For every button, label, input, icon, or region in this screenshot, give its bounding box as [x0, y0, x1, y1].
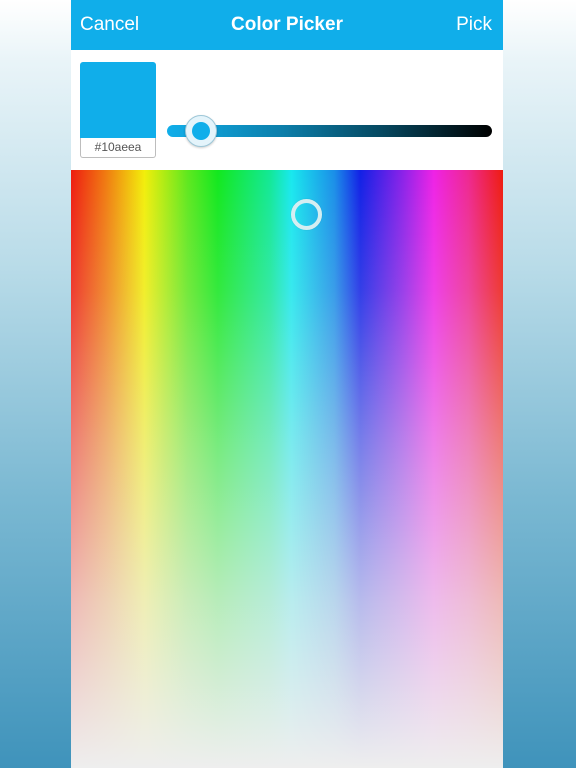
spectrum-saturation-overlay: [71, 170, 503, 768]
page-title: Color Picker: [231, 14, 343, 35]
hex-value-label: #10aeea: [80, 138, 156, 158]
color-spectrum[interactable]: [71, 170, 503, 768]
color-swatch: [80, 62, 156, 138]
color-preview: #10aeea: [80, 62, 156, 158]
brightness-slider-thumb[interactable]: [185, 115, 217, 147]
color-picker-panel: Cancel Color Picker Pick #10aeea: [71, 0, 503, 768]
color-controls: #10aeea: [71, 50, 503, 170]
slider-thumb-color-dot: [192, 122, 210, 140]
navigation-bar: Cancel Color Picker Pick: [71, 0, 503, 50]
spectrum-picker-handle[interactable]: [291, 199, 322, 230]
pick-button[interactable]: Pick: [456, 14, 492, 36]
